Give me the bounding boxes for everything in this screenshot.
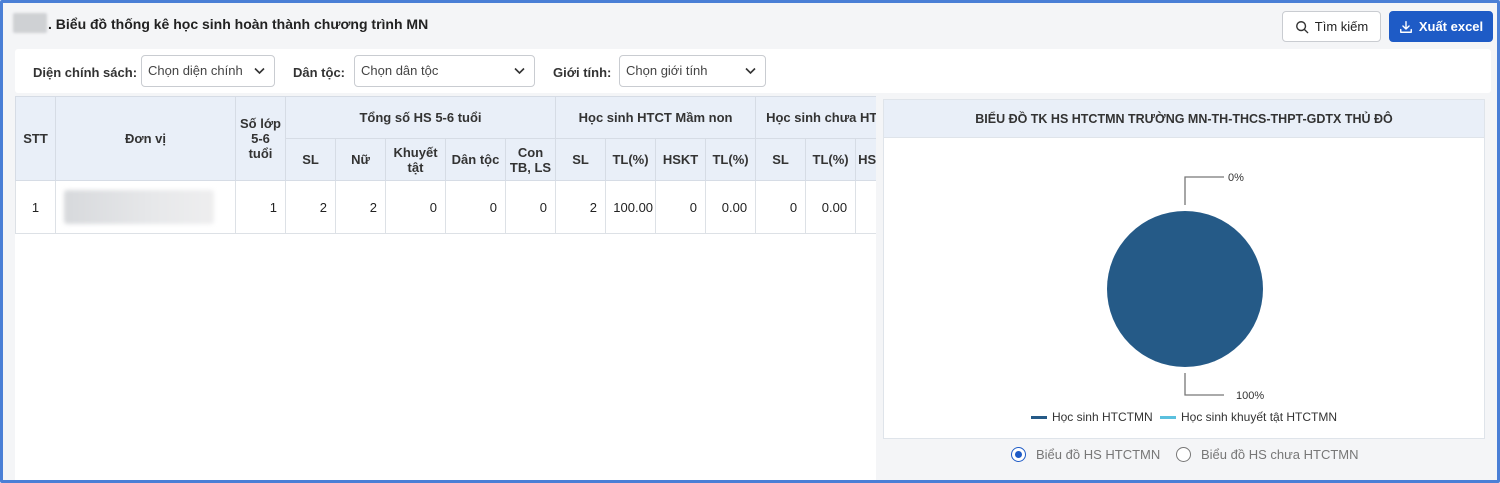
chart-type-radio-group: Biểu đồ HS HTCTMN Biểu đồ HS chưa HTCTMN (1011, 447, 1481, 469)
header-group-not-completed: Học sinh chưa HTCT (755, 96, 876, 139)
download-icon (1399, 20, 1412, 33)
cell-completed-sl: 2 (555, 180, 607, 234)
search-icon (1295, 20, 1309, 33)
cell-ethnic: 0 (445, 180, 506, 234)
radio-unselected-icon[interactable] (1176, 447, 1191, 462)
cell-martyr: 0 (504, 180, 557, 234)
gender-filter-label: Giới tính: (553, 65, 612, 80)
header-ethnic: Dân tộc (445, 138, 506, 181)
header-female: Nữ (335, 138, 386, 181)
ethnic-select[interactable]: Chọn dân tộc (354, 55, 535, 87)
header-sl: SL (285, 138, 336, 181)
ethnic-select-value: Chọn dân tộc (361, 63, 439, 78)
header-stt: STT (15, 96, 56, 181)
radio-label: Biểu đồ HS chưa HTCTMN (1201, 447, 1359, 462)
pie-slice-0[interactable] (1107, 211, 1263, 367)
redacted-unit-name (64, 190, 214, 224)
radio-selected-icon[interactable] (1011, 447, 1026, 462)
legend-item-disabled[interactable]: Học sinh khuyết tật HTCTMN (1159, 410, 1338, 424)
statistics-table: STT Đơn vị Số lớp 5-6 tuổi Tổng số HS 5-… (15, 96, 876, 234)
filter-bar: Diện chính sách: Chọn diện chính Dân tộc… (15, 49, 1491, 93)
policy-filter-label: Diện chính sách: (33, 65, 138, 80)
legend-swatch (1159, 416, 1176, 420)
cell-hskt: 0 (655, 180, 707, 234)
legend-label: Học sinh HTCTMN (1051, 410, 1153, 424)
header-unit: Đơn vị (55, 96, 236, 181)
header-hs: HS (855, 138, 876, 181)
chevron-down-icon (745, 67, 756, 75)
cell-classes: 1 (235, 180, 286, 234)
redacted-title-prefix (13, 13, 47, 33)
radio-chart-not-completed[interactable]: Biểu đồ HS chưa HTCTMN (1176, 447, 1359, 462)
ethnic-filter-label: Dân tộc: (293, 65, 345, 80)
page-header: . Biểu đồ thống kê học sinh hoàn thành c… (10, 9, 1494, 43)
legend-swatch (1030, 416, 1047, 420)
statistics-table-panel: STT Đơn vị Số lớp 5-6 tuổi Tổng số HS 5-… (15, 96, 876, 480)
policy-select-value: Chọn diện chính (148, 63, 243, 78)
cell-female: 2 (335, 180, 386, 234)
header-classes: Số lớp 5-6 tuổi (235, 96, 286, 181)
header-martyr: Con TB, LS (504, 138, 557, 181)
slice-label-top: 0% (1228, 172, 1244, 184)
chart-title: BIỂU ĐỒ TK HS HTCTMN TRƯỜNG MN-TH-THCS-T… (884, 100, 1484, 138)
legend-label: Học sinh khuyết tật HTCTMN (1180, 410, 1338, 424)
table-row[interactable]: 1 1 2 2 0 0 0 2 100.00 0 0.00 0 0.00 (15, 180, 876, 234)
export-button-label: Xuất excel (1418, 19, 1484, 34)
chevron-down-icon (514, 67, 525, 75)
cell-not-tl: 0.00 (805, 180, 857, 234)
search-button-label: Tìm kiếm (1314, 19, 1369, 34)
gender-select[interactable]: Chọn giới tính (619, 55, 766, 87)
policy-select[interactable]: Chọn diện chính (141, 55, 275, 87)
header-not-tl: TL(%) (805, 138, 857, 181)
cell-completed-tl: 100.00 (605, 180, 657, 234)
header-disabled: Khuyết tật (385, 138, 446, 181)
header-hskt-tl: TL(%) (705, 138, 757, 181)
radio-label: Biểu đồ HS HTCTMN (1036, 447, 1161, 462)
header-group-total: Tổng số HS 5-6 tuổi (284, 96, 557, 139)
cell-hs (855, 180, 876, 234)
header-group-completed: Học sinh HTCT Mầm non (555, 96, 757, 139)
cell-stt: 1 (15, 180, 56, 234)
legend-item-completed[interactable]: Học sinh HTCTMN (1030, 410, 1153, 424)
slice-label-bottom: 100% (1236, 390, 1264, 402)
chart-panel: BIỂU ĐỒ TK HS HTCTMN TRƯỜNG MN-TH-THCS-T… (883, 99, 1485, 439)
cell-not-sl: 0 (755, 180, 807, 234)
page-title: . Biểu đồ thống kê học sinh hoàn thành c… (48, 16, 429, 32)
pie-chart: 0% 100% (1107, 172, 1264, 402)
cell-hskt-tl: 0.00 (705, 180, 757, 234)
label-leader-bottom (1184, 373, 1224, 396)
radio-chart-completed[interactable]: Biểu đồ HS HTCTMN (1011, 447, 1160, 462)
cell-disabled: 0 (385, 180, 446, 234)
header-completed-tl: TL(%) (605, 138, 657, 181)
app-frame: . Biểu đồ thống kê học sinh hoàn thành c… (0, 0, 1500, 483)
header-not-sl: SL (755, 138, 807, 181)
chart-legend: Học sinh HTCTMN Học sinh khuyết tật HTCT… (884, 410, 1484, 424)
label-leader-top (1184, 176, 1224, 205)
header-completed-sl: SL (555, 138, 607, 181)
cell-sl: 2 (285, 180, 336, 234)
export-excel-button[interactable]: Xuất excel (1389, 11, 1493, 42)
chevron-down-icon (254, 67, 265, 75)
gender-select-value: Chọn giới tính (626, 63, 708, 78)
cell-unit (55, 180, 236, 234)
header-hskt: HSKT (655, 138, 707, 181)
search-button[interactable]: Tìm kiếm (1282, 11, 1381, 42)
